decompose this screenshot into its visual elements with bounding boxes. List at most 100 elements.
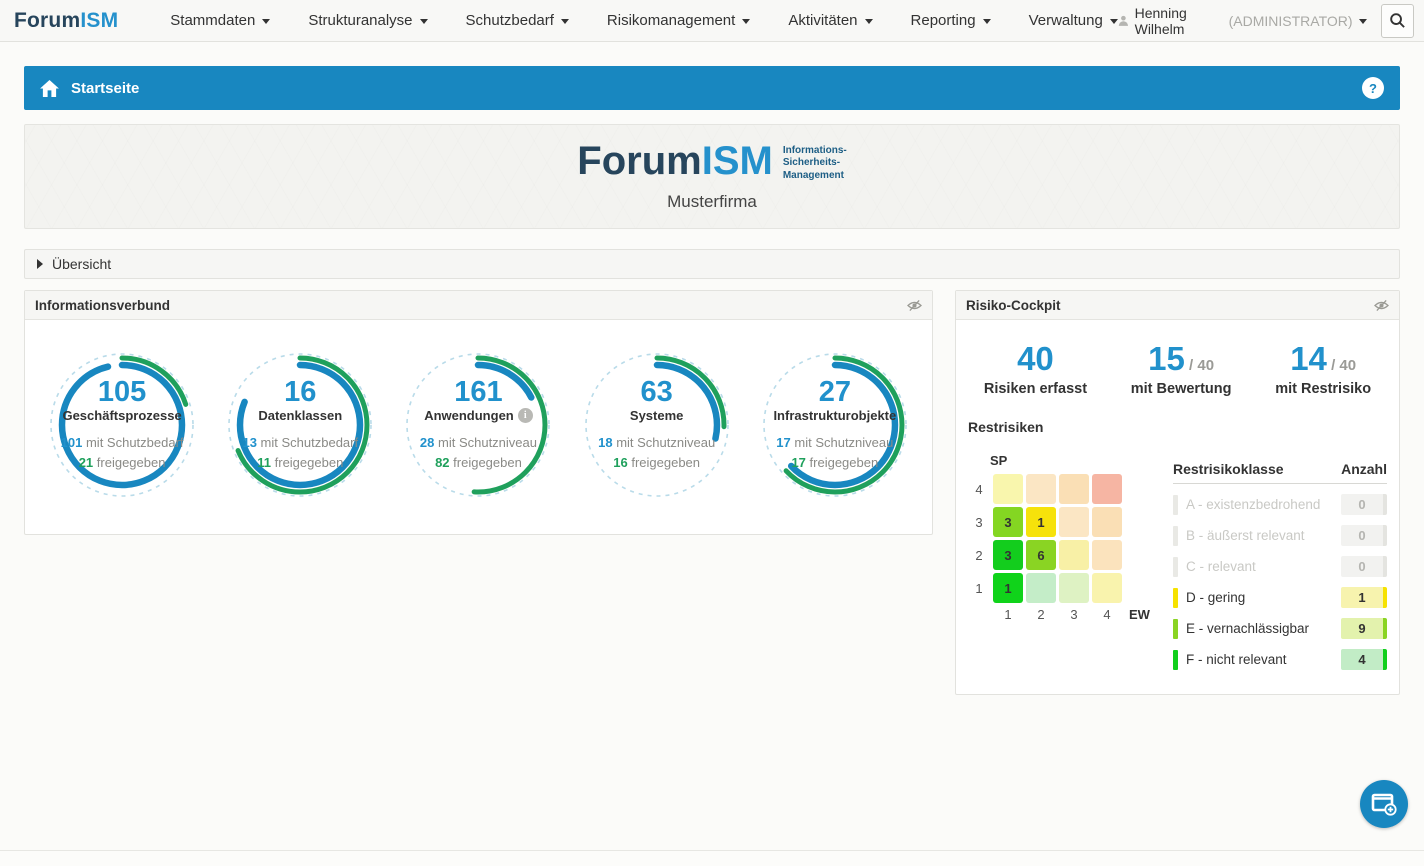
new-window-button[interactable] (1360, 780, 1408, 828)
stat-value: 105 (98, 377, 146, 407)
informationsverbund-title: Informationsverbund (35, 298, 170, 313)
matrix-cell[interactable] (1092, 540, 1122, 570)
restrisiko-legend: Restrisikoklasse Anzahl A - existenzbedr… (1173, 461, 1387, 670)
legend-row-c: C - relevant 0 (1173, 556, 1387, 577)
legend-header-count: Anzahl (1341, 461, 1387, 477)
home-icon[interactable] (40, 80, 59, 97)
count-badge: 0 (1341, 494, 1387, 515)
menu-item-aktivitäten[interactable]: Aktivitäten (788, 12, 872, 29)
add-window-icon (1371, 792, 1397, 816)
matrix-row-label: 4 (968, 482, 990, 497)
matrix-cell[interactable] (1059, 573, 1089, 603)
chevron-down-icon (742, 19, 750, 24)
legend-row-b: B - äußerst relevant 0 (1173, 525, 1387, 546)
matrix-col-label: 2 (1026, 607, 1056, 622)
matrix-cell[interactable] (1092, 474, 1122, 504)
user-name: Henning Wilhelm (1135, 5, 1223, 37)
chevron-down-icon (420, 19, 428, 24)
class-color-bar (1173, 557, 1178, 577)
stats-row: 105 Geschäftsprozesse 101 mit Schutzbeda… (25, 320, 932, 534)
eye-slash-icon (1374, 299, 1389, 312)
stat-circle-anwendungen[interactable]: 161 Anwendungeni 28 mit Schutzniveau 82 … (399, 346, 557, 504)
company-name: Musterfirma (667, 192, 757, 212)
matrix-row-label: 2 (968, 548, 990, 563)
count-badge: 9 (1341, 618, 1387, 639)
count-badge: 0 (1341, 525, 1387, 546)
risiko-cockpit-panel: Risiko-Cockpit 40 Risiken erfasst15 / 40… (955, 290, 1400, 695)
matrix-cell[interactable]: 3 (993, 540, 1023, 570)
matrix-cell[interactable] (1092, 507, 1122, 537)
stat-circle-systeme[interactable]: 63 Systeme 18 mit Schutzniveau 16 freige… (578, 346, 736, 504)
class-color-bar (1173, 588, 1178, 608)
chevron-right-icon (37, 259, 43, 269)
stat-circle-geschäftsprozesse[interactable]: 105 Geschäftsprozesse 101 mit Schutzbeda… (43, 346, 201, 504)
app-logo[interactable]: ForumISM (14, 9, 118, 33)
matrix-cell[interactable] (993, 474, 1023, 504)
stat-value: 63 (641, 377, 673, 407)
risiko-cockpit-title: Risiko-Cockpit (966, 298, 1061, 313)
menu-item-stammdaten[interactable]: Stammdaten (170, 12, 270, 29)
stat-value: 27 (819, 377, 851, 407)
uebersicht-accordion[interactable]: Übersicht (24, 249, 1400, 279)
matrix-cell[interactable] (1026, 573, 1056, 603)
stat-label: Anwendungen (424, 408, 514, 423)
stat-label: Geschäftsprozesse (62, 408, 181, 423)
matrix-cell[interactable]: 1 (993, 573, 1023, 603)
user-role: (ADMINISTRATOR) (1229, 13, 1353, 29)
matrix-col-label: 3 (1059, 607, 1089, 622)
stat-circle-infrastrukturobjekte[interactable]: 27 Infrastrukturobjekte 17 mit Schutzniv… (756, 346, 914, 504)
cockpit-stat-2: 15 / 40 mit Bewertung (1131, 342, 1232, 397)
stat-label: Systeme (630, 408, 683, 423)
legend-header-class: Restrisikoklasse (1173, 461, 1284, 477)
banner-logo-subtitle: Informations-Sicherheits-Management (783, 145, 847, 183)
count-badge: 1 (1341, 587, 1387, 608)
matrix-cell[interactable] (1059, 474, 1089, 504)
top-navbar: ForumISM Stammdaten Strukturanalyse Schutz… (0, 0, 1424, 42)
hide-panel-button[interactable] (1374, 299, 1389, 312)
stat-value: 16 (284, 377, 316, 407)
stat-circle-datenklassen[interactable]: 16 Datenklassen 13 mit Schutzbedarf 11 f… (221, 346, 379, 504)
legend-row-a: A - existenzbedrohend 0 (1173, 494, 1387, 515)
count-badge: 0 (1341, 556, 1387, 577)
uebersicht-label: Übersicht (52, 256, 111, 272)
matrix-cell[interactable]: 1 (1026, 507, 1056, 537)
app-logo-ism: ISM (80, 9, 118, 32)
footer-bar (0, 850, 1424, 866)
matrix-cell[interactable]: 6 (1026, 540, 1056, 570)
banner-logo-ism: ISM (702, 139, 773, 183)
matrix-cell[interactable] (1059, 540, 1089, 570)
chevron-down-icon (262, 19, 270, 24)
count-badge: 4 (1341, 649, 1387, 670)
menu-item-verwaltung[interactable]: Verwaltung (1029, 12, 1118, 29)
matrix-cell[interactable] (1092, 573, 1122, 603)
stat-value: 161 (454, 377, 502, 407)
app-logo-forum: Forum (14, 9, 80, 32)
page-titlebar: Startseite ? (24, 66, 1400, 110)
risk-matrix: SP 433123611 1234EW (968, 445, 1155, 670)
info-icon[interactable]: i (518, 408, 533, 423)
matrix-col-label: 1 (993, 607, 1023, 622)
help-button[interactable]: ? (1362, 77, 1384, 99)
matrix-cell[interactable]: 3 (993, 507, 1023, 537)
matrix-x-axis-label: EW (1125, 607, 1155, 622)
menu-item-schutzbedarf[interactable]: Schutzbedarf (466, 12, 569, 29)
menu-item-risikomanagement[interactable]: Risikomanagement (607, 12, 750, 29)
matrix-row-label: 3 (968, 515, 990, 530)
stat-label: Infrastrukturobjekte (773, 408, 896, 423)
user-menu[interactable]: Henning Wilhelm (ADMINISTRATOR) (1118, 5, 1367, 37)
chevron-down-icon (865, 19, 873, 24)
legend-row-d: D - gering 1 (1173, 587, 1387, 608)
matrix-cell[interactable] (1026, 474, 1056, 504)
menu-item-reporting[interactable]: Reporting (911, 12, 991, 29)
class-color-bar (1173, 619, 1178, 639)
page-title: Startseite (71, 80, 139, 97)
chevron-down-icon (983, 19, 991, 24)
hide-panel-button[interactable] (907, 299, 922, 312)
search-button[interactable] (1381, 4, 1414, 38)
cockpit-stat-3: 14 / 40 mit Restrisiko (1275, 342, 1371, 397)
search-icon (1389, 12, 1406, 29)
class-color-bar (1173, 495, 1178, 515)
chevron-down-icon (1359, 19, 1367, 24)
menu-item-strukturanalyse[interactable]: Strukturanalyse (308, 12, 427, 29)
matrix-cell[interactable] (1059, 507, 1089, 537)
